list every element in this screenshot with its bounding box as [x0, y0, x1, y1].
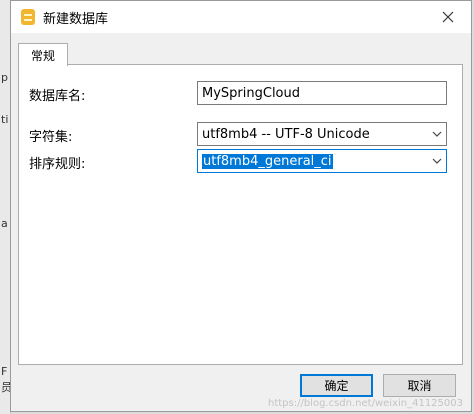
collation-value: utf8mb4_general_ci [202, 153, 333, 169]
background-text: ti [1, 113, 9, 126]
chevron-down-icon [428, 131, 446, 137]
close-icon [442, 11, 454, 23]
background-text: a [1, 217, 8, 230]
collation-select[interactable]: utf8mb4_general_ci [197, 149, 447, 173]
dialog-body: 常规 数据库名: 字符集: utf8mb4 -- UTF-8 Unicode 排… [11, 33, 471, 411]
watermark-text: https://blog.csdn.net/weixin_41125003 [267, 398, 463, 409]
collation-label: 排序规则: [29, 157, 86, 172]
charset-select[interactable]: utf8mb4 -- UTF-8 Unicode [197, 122, 447, 146]
cancel-button[interactable]: 取消 [383, 374, 456, 397]
window-title: 新建数据库 [43, 11, 109, 27]
background-text: F [1, 365, 8, 378]
tab-general[interactable]: 常规 [18, 43, 68, 66]
title-bar: 新建数据库 [11, 1, 471, 33]
chevron-down-icon [428, 158, 446, 164]
charset-value: utf8mb4 -- UTF-8 Unicode [202, 126, 370, 142]
new-database-dialog: 新建数据库 常规 数据库名: 字符集: utf8mb4 -- UTF-8 Uni… [10, 0, 472, 412]
collation-value-wrap: utf8mb4_general_ci [198, 153, 428, 169]
background-text: p [1, 71, 8, 84]
db-name-input[interactable] [197, 81, 447, 105]
db-name-label: 数据库名: [29, 89, 86, 104]
database-app-icon [21, 9, 35, 25]
charset-label: 字符集: [29, 130, 73, 145]
close-button[interactable] [437, 6, 459, 28]
ok-button[interactable]: 确定 [300, 374, 373, 397]
general-panel: 数据库名: 字符集: utf8mb4 -- UTF-8 Unicode 排序规则… [18, 64, 463, 365]
